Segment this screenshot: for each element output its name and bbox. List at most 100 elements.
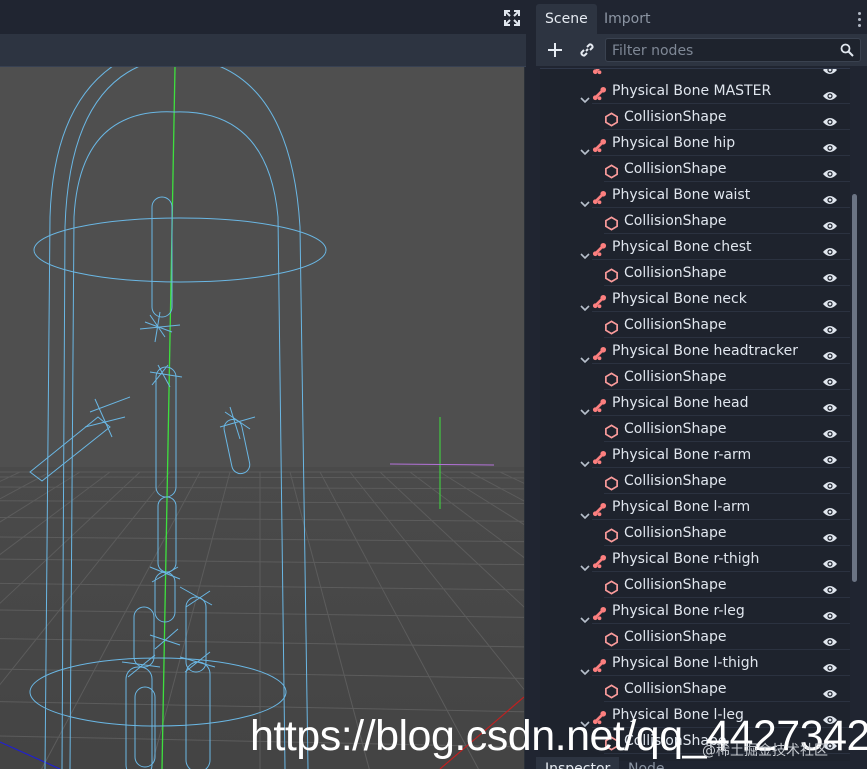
tree-item-collision-shape[interactable]: CollisionShape [540,416,850,442]
tree-item-collision-shape[interactable]: CollisionShape [540,260,850,286]
tree-item-physical-bone[interactable]: Physical Bone hip [540,130,850,156]
eye-icon[interactable] [822,267,838,282]
tree-item-physical-bone[interactable]: Physical Bone waist [540,182,850,208]
eye-icon[interactable] [822,397,838,412]
tree-item-collision-shape[interactable]: CollisionShape [540,156,850,182]
eye-icon[interactable] [822,579,838,594]
tree-item-collision-shape[interactable]: CollisionShape [540,364,850,390]
tree-item-label: CollisionShape [624,733,727,749]
scene-toolbar [536,34,867,66]
tree-item-physical-bone[interactable]: Physical Bone head [540,390,850,416]
eye-icon[interactable] [822,631,838,646]
physical-bone-icon [592,188,607,205]
tree-item-collision-shape[interactable]: CollisionShape [540,676,850,702]
physical-bone-icon [592,136,607,153]
eye-icon[interactable] [822,345,838,360]
tree-item-collision-shape[interactable]: CollisionShape [540,208,850,234]
physical-bone-icon [592,344,607,361]
eye-icon[interactable] [822,215,838,230]
chevron-down-icon[interactable] [580,139,590,156]
tree-item-partial[interactable]: Robot [540,69,850,78]
eye-icon[interactable] [822,319,838,334]
tree-item-collision-shape[interactable]: CollisionShape [540,572,850,598]
tree-item-physical-bone[interactable]: Physical Bone l-thigh [540,650,850,676]
tree-item-label: CollisionShape [624,421,727,437]
eye-icon[interactable] [822,293,838,308]
tree-item-label: Physical Bone chest [612,239,752,255]
maximize-icon[interactable] [503,9,521,27]
tab-scene[interactable]: Scene [536,4,597,34]
chevron-down-icon[interactable] [580,347,590,364]
chevron-down-icon[interactable] [580,243,590,260]
eye-icon[interactable] [822,241,838,256]
eye-icon[interactable] [822,527,838,542]
chevron-down-icon[interactable] [580,399,590,416]
eye-icon[interactable] [822,85,838,100]
eye-icon[interactable] [822,111,838,126]
chevron-down-icon[interactable] [580,659,590,676]
link-icon[interactable] [578,41,596,59]
chevron-down-icon[interactable] [580,295,590,312]
tree-item-physical-bone[interactable]: Physical Bone headtracker [540,338,850,364]
dock-splitter[interactable] [526,0,534,769]
3d-viewport[interactable] [0,67,525,769]
tree-item-label: Physical Bone r-thigh [612,551,760,567]
eye-icon[interactable] [822,605,838,620]
eye-icon[interactable] [822,709,838,724]
tree-item-physical-bone[interactable]: Physical Bone l-arm [540,494,850,520]
physical-bone-icon [592,448,607,465]
chevron-down-icon[interactable] [580,607,590,624]
tree-item-collision-shape[interactable]: CollisionShape [540,728,850,754]
collision-shape-icon [604,474,619,491]
tree-item-physical-bone[interactable]: Physical Bone l-leg [540,702,850,728]
eye-icon[interactable] [822,657,838,672]
eye-icon[interactable] [822,163,838,178]
tree-item-physical-bone[interactable]: Physical Bone chest [540,234,850,260]
chevron-down-icon[interactable] [580,503,590,520]
tree-item-label: CollisionShape [624,265,727,281]
chevron-down-icon[interactable] [580,191,590,208]
tree-item-collision-shape[interactable]: CollisionShape [540,468,850,494]
tree-item-label: Physical Bone l-thigh [612,655,759,671]
eye-icon[interactable] [822,69,838,74]
tab-node[interactable]: Node [619,757,674,769]
tab-inspector[interactable]: Inspector [536,757,620,769]
eye-icon[interactable] [822,501,838,516]
tree-item-physical-bone[interactable]: Physical Bone r-thigh [540,546,850,572]
eye-icon[interactable] [822,683,838,698]
tree-item-collision-shape[interactable]: CollisionShape [540,624,850,650]
tree-item-physical-bone[interactable]: Physical Bone r-arm [540,442,850,468]
filter-nodes-field[interactable] [605,38,861,63]
eye-icon[interactable] [822,735,838,750]
tree-item-label: Physical Bone hip [612,135,736,151]
eye-icon[interactable] [822,475,838,490]
chevron-down-icon[interactable] [580,711,590,728]
physical-bone-icon [592,84,607,101]
search-icon [840,43,854,57]
tree-item-collision-shape[interactable]: CollisionShape [540,312,850,338]
tree-item-physical-bone[interactable]: Physical Bone neck [540,286,850,312]
tree-item-label: Physical Bone l-arm [612,499,751,515]
viewport-top-strip [0,0,528,34]
eye-icon[interactable] [822,371,838,386]
tab-import[interactable]: Import [595,4,659,34]
eye-icon[interactable] [822,423,838,438]
filter-nodes-input[interactable] [606,39,834,63]
tree-item-physical-bone[interactable]: Physical Bone r-leg [540,598,850,624]
chevron-down-icon[interactable] [580,555,590,572]
tree-item-physical-bone[interactable]: Physical Bone MASTER [540,78,850,104]
scrollbar-thumb[interactable] [852,194,857,582]
collision-shape-icon [604,318,619,335]
tree-item-label: Physical Bone head [612,395,749,411]
tree-item-collision-shape[interactable]: CollisionShape [540,104,850,130]
plus-icon[interactable] [546,41,564,59]
eye-icon[interactable] [822,137,838,152]
tree-item-label: CollisionShape [624,317,727,333]
chevron-down-icon[interactable] [580,87,590,104]
dock-menu-icon[interactable] [857,12,863,30]
eye-icon[interactable] [822,553,838,568]
eye-icon[interactable] [822,449,838,464]
tree-item-collision-shape[interactable]: CollisionShape [540,520,850,546]
chevron-down-icon[interactable] [580,451,590,468]
eye-icon[interactable] [822,189,838,204]
